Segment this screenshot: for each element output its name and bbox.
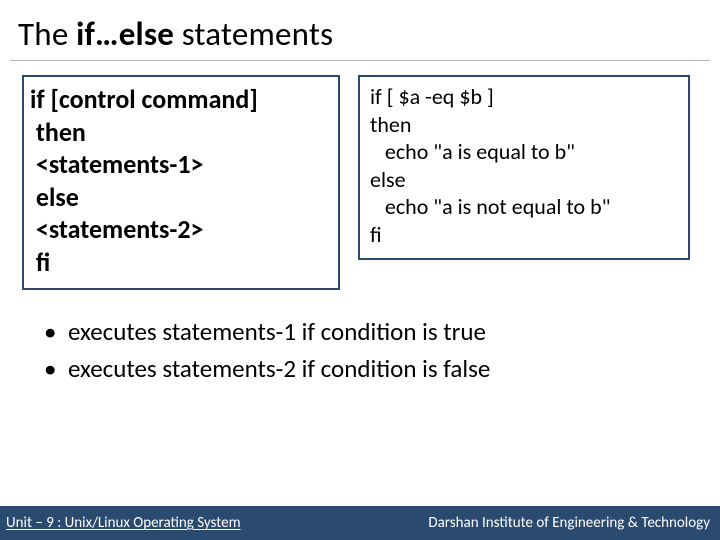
example-line: fi (370, 221, 678, 249)
example-line: then (370, 111, 678, 139)
slide: The if…else statements if [control comma… (0, 0, 720, 540)
example-line: if [ $a -eq $b ] (370, 83, 678, 111)
example-line: echo "a is not equal to b" (370, 193, 678, 221)
bullet-dot-icon: • (44, 353, 50, 386)
example-line: else (370, 166, 678, 194)
content-columns: if [control command] then <statements-1>… (0, 61, 720, 290)
syntax-line: else (30, 181, 328, 214)
title-post: statements (174, 14, 333, 54)
title-pre: The (18, 14, 76, 54)
slide-title: The if…else statements (0, 0, 720, 60)
syntax-line: <statements-2> (30, 213, 328, 246)
footer-left: Unit – 9 : Unix/Linux Operating System (6, 514, 241, 532)
syntax-line: if [control command] (30, 83, 328, 116)
bullet-text: executes statements-2 if condition is fa… (68, 353, 490, 384)
bullet-list: • executes statements-1 if condition is … (0, 290, 720, 385)
title-bold: if…else (76, 14, 174, 54)
bullet-text: executes statements-1 if condition is tr… (68, 316, 486, 347)
syntax-line: then (30, 116, 328, 149)
syntax-box: if [control command] then <statements-1>… (22, 75, 340, 290)
syntax-line: <statements-1> (30, 148, 328, 181)
syntax-line: fi (30, 246, 328, 279)
bullet-dot-icon: • (44, 316, 50, 349)
example-line: echo "a is equal to b" (370, 138, 678, 166)
footer-right: Darshan Institute of Engineering & Techn… (428, 514, 710, 532)
bullet-row: • executes statements-1 if condition is … (44, 316, 700, 349)
example-box: if [ $a -eq $b ] then echo "a is equal t… (358, 75, 690, 260)
slide-footer: Unit – 9 : Unix/Linux Operating System D… (0, 506, 720, 540)
bullet-row: • executes statements-2 if condition is … (44, 353, 700, 386)
